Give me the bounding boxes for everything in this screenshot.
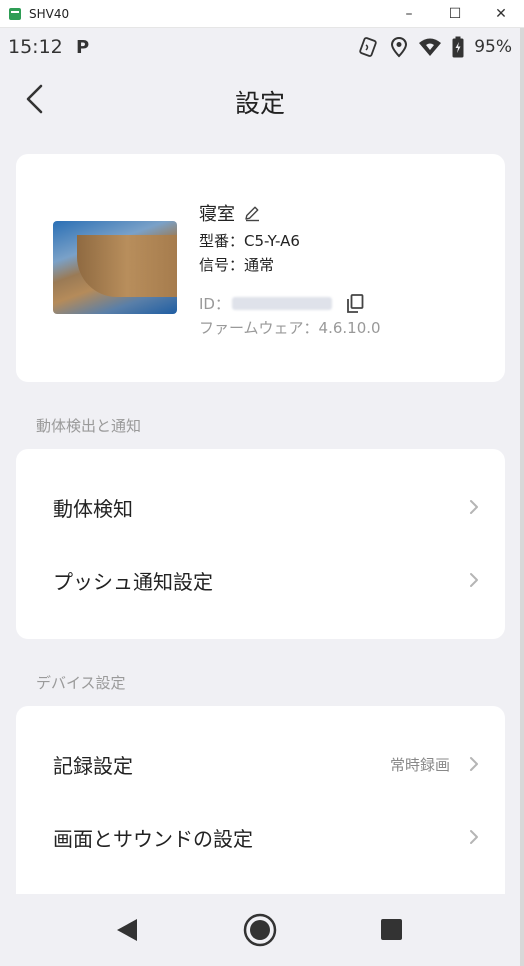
menu-item-screen-sound[interactable]: 画面とサウンドの設定 xyxy=(16,807,505,867)
wifi-icon xyxy=(419,38,442,56)
status-icons: 95% xyxy=(358,36,512,58)
copy-icon[interactable] xyxy=(346,293,364,314)
maximize-button[interactable]: ☐ xyxy=(432,0,478,27)
battery-icon xyxy=(452,36,464,58)
chevron-right-icon xyxy=(470,830,478,844)
menu-item-push-notification[interactable]: プッシュ通知設定 xyxy=(16,550,505,610)
nav-back-icon[interactable] xyxy=(116,918,138,942)
section-label-motion: 動体検出と通知 xyxy=(36,417,142,435)
chevron-right-icon xyxy=(470,757,478,771)
device-firmware: ファームウェア：4.6.10.0 xyxy=(199,319,381,337)
window-titlebar: SHV40 – ☐ ✕ xyxy=(0,0,524,28)
device-name: 寝室 xyxy=(199,204,235,225)
page-title: 設定 xyxy=(234,89,285,118)
close-button[interactable]: ✕ xyxy=(478,0,524,27)
device-id-row: ID： xyxy=(199,293,364,314)
device-name-row[interactable]: 寝室 xyxy=(199,200,261,226)
device-id-redacted xyxy=(231,297,332,310)
menu-item-label: 画面とサウンドの設定 xyxy=(53,827,253,851)
edit-pencil-icon[interactable] xyxy=(243,204,261,222)
menu-item-label: プッシュ通知設定 xyxy=(53,570,213,594)
nfc-icon xyxy=(359,37,377,57)
nav-home-icon[interactable] xyxy=(242,912,278,948)
device-id-label: ID： xyxy=(199,295,230,313)
menu-item-label: 動体検知 xyxy=(53,497,133,521)
device-settings-card: 記録設定 常時録画 画面とサウンドの設定 xyxy=(16,706,505,906)
phone-screen: 15:12 P 95% 設定 寝室 型番：C5-Y-A6 信号：通常 ID： フ… xyxy=(0,28,520,966)
device-model: 型番：C5-Y-A6 xyxy=(199,232,300,250)
window-edge xyxy=(520,28,524,966)
chevron-right-icon xyxy=(470,500,478,514)
parking-notification-icon: P xyxy=(76,37,90,58)
nav-recents-icon[interactable] xyxy=(381,919,402,940)
app-header: 設定 xyxy=(0,66,520,136)
thumbnail-image-content xyxy=(77,235,177,297)
window-controls: – ☐ ✕ xyxy=(386,0,524,27)
camera-thumbnail[interactable] xyxy=(53,221,177,314)
menu-item-motion-detection[interactable]: 動体検知 xyxy=(16,477,505,537)
status-bar: 15:12 P 95% xyxy=(0,28,520,66)
menu-item-value: 常時録画 xyxy=(389,756,450,774)
location-icon xyxy=(391,36,408,58)
battery-percent: 95% xyxy=(474,37,512,57)
device-signal: 信号：通常 xyxy=(199,256,275,274)
status-clock: 15:12 xyxy=(8,36,63,58)
menu-item-recording-settings[interactable]: 記録設定 常時録画 xyxy=(16,734,505,794)
window-title: SHV40 xyxy=(29,6,70,21)
device-info-card: 寝室 型番：C5-Y-A6 信号：通常 ID： ファームウェア：4.6.10.0 xyxy=(16,154,505,382)
motion-settings-card: 動体検知 プッシュ通知設定 xyxy=(16,449,505,639)
section-label-device-settings: デバイス設定 xyxy=(36,674,126,692)
menu-item-label: 記録設定 xyxy=(53,754,133,778)
app-icon xyxy=(9,7,21,20)
minimize-button[interactable]: – xyxy=(386,0,432,27)
system-navigation-bar xyxy=(0,894,520,966)
chevron-right-icon xyxy=(470,573,478,587)
